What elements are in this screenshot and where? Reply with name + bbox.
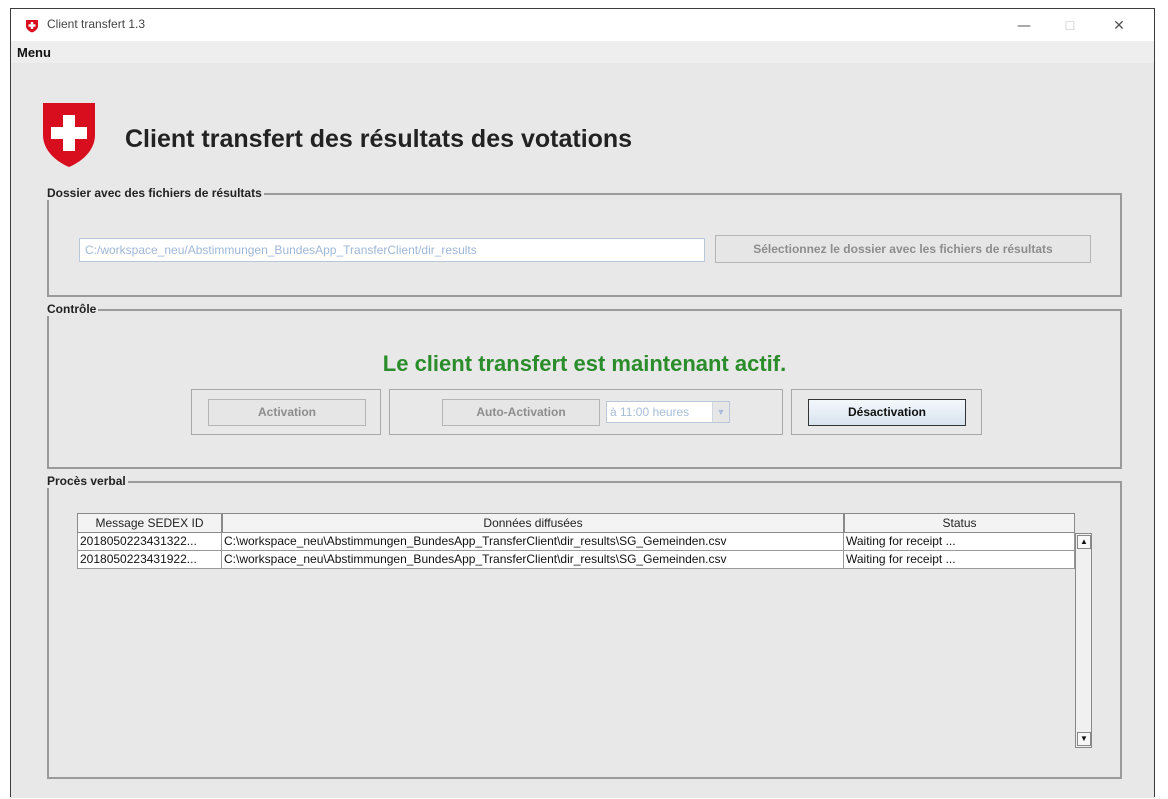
results-folder-path-field[interactable]: C:/workspace_neu/Abstimmungen_BundesApp_… bbox=[79, 238, 705, 262]
title-bar[interactable]: Client transfert 1.3 — ☐ ✕ bbox=[11, 9, 1154, 41]
app-window: Client transfert 1.3 — ☐ ✕ Menu Client t… bbox=[10, 8, 1155, 798]
desktop-margin bbox=[0, 0, 10, 799]
transfer-status-message: Le client transfert est maintenant actif… bbox=[382, 351, 787, 376]
deactivation-panel: Désactivation bbox=[791, 389, 982, 435]
menu-bar: Menu bbox=[11, 41, 1154, 63]
column-header-message-id[interactable]: Message SEDEX ID bbox=[77, 513, 222, 533]
control-group-title: Contrôle bbox=[47, 302, 99, 316]
app-title: Client transfert des résultats des votat… bbox=[125, 125, 633, 153]
table-cell[interactable]: C:\workspace_neu\Abstimmungen_BundesApp_… bbox=[222, 551, 844, 569]
log-group-title: Procès verbal bbox=[47, 474, 128, 488]
swiss-shield-small-icon bbox=[26, 20, 38, 33]
swiss-shield-icon bbox=[43, 103, 95, 167]
chevron-down-icon[interactable]: ▼ bbox=[712, 402, 729, 422]
auto-activation-button[interactable]: Auto-Activation bbox=[442, 399, 600, 426]
table-cell[interactable]: Waiting for receipt ... bbox=[844, 533, 1075, 551]
menu-item-menu[interactable]: Menu bbox=[17, 45, 51, 60]
maximize-button[interactable]: ☐ bbox=[1047, 13, 1093, 39]
table-cell[interactable]: 2018050223431322... bbox=[77, 533, 222, 551]
time-select-value: à 11:00 heures bbox=[610, 405, 690, 419]
table-cell[interactable]: 2018050223431922... bbox=[77, 551, 222, 569]
deactivation-button[interactable]: Désactivation bbox=[808, 399, 966, 426]
arrow-up-icon[interactable]: ▲ bbox=[1077, 535, 1091, 549]
auto-activation-time-select[interactable]: à 11:00 heures ▼ bbox=[606, 401, 730, 423]
arrow-down-icon[interactable]: ▼ bbox=[1077, 732, 1091, 746]
table-cell[interactable]: C:\workspace_neu\Abstimmungen_BundesApp_… bbox=[222, 533, 844, 551]
activation-panel: Activation bbox=[191, 389, 381, 435]
column-header-data[interactable]: Données diffusées bbox=[222, 513, 844, 533]
table-vertical-scrollbar[interactable]: ▲ ▼ bbox=[1075, 533, 1092, 748]
window-title: Client transfert 1.3 bbox=[47, 17, 146, 31]
folder-groupbox: Dossier avec des fichiers de résultats C… bbox=[47, 186, 1122, 297]
folder-group-title: Dossier avec des fichiers de résultats bbox=[47, 186, 264, 200]
select-folder-button[interactable]: Sélectionnez le dossier avec les fichier… bbox=[715, 235, 1091, 263]
main-content: Client transfert des résultats des votat… bbox=[11, 63, 1154, 798]
control-groupbox: Contrôle Le client transfert est mainten… bbox=[47, 302, 1122, 469]
table-cell[interactable]: Waiting for receipt ... bbox=[844, 551, 1075, 569]
close-button[interactable]: ✕ bbox=[1096, 13, 1142, 39]
auto-activation-panel: Auto-Activation à 11:00 heures ▼ bbox=[389, 389, 783, 435]
minimize-button[interactable]: — bbox=[1001, 13, 1047, 39]
column-header-status[interactable]: Status bbox=[844, 513, 1075, 533]
activation-button[interactable]: Activation bbox=[208, 399, 366, 426]
